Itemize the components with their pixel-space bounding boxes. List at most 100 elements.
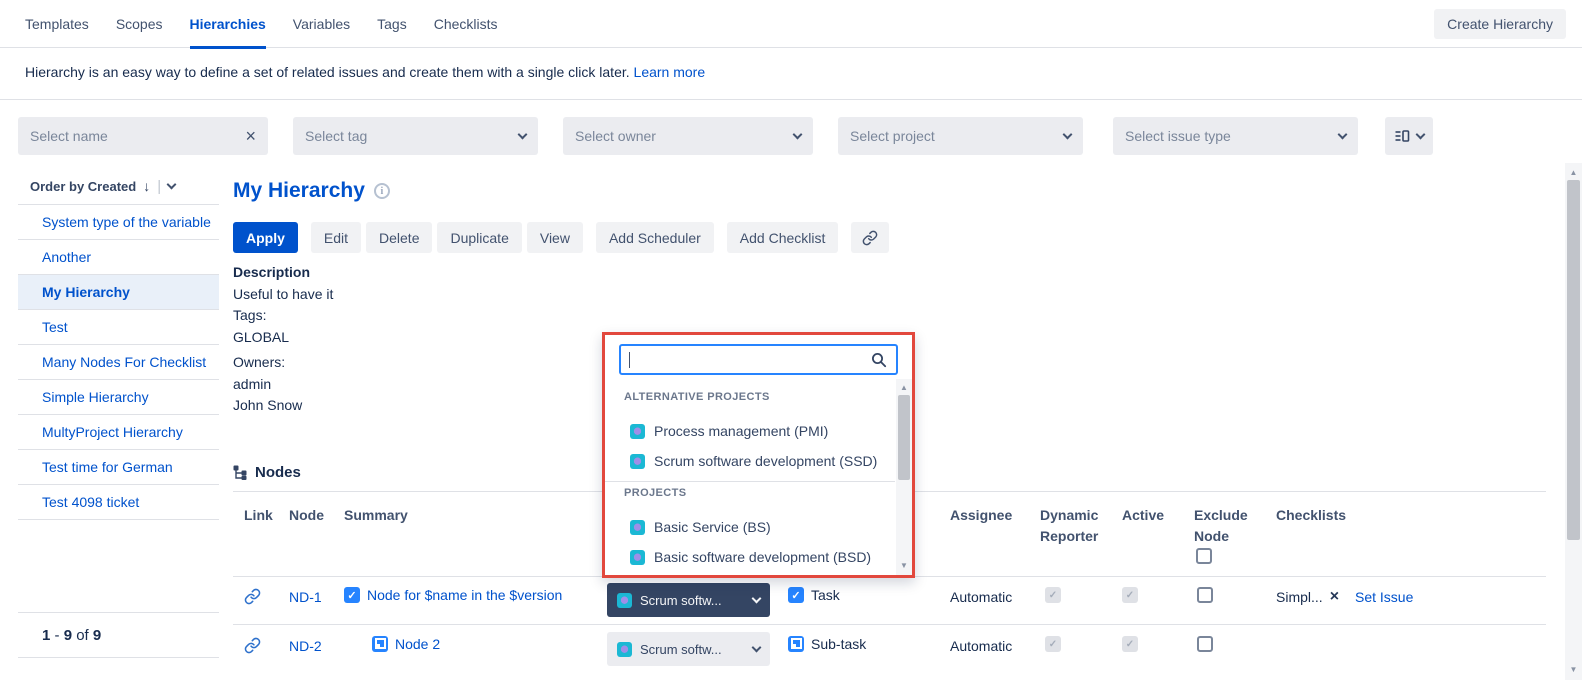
order-separator: | <box>157 178 161 195</box>
divider <box>605 481 895 482</box>
dropdown-scrollbar[interactable]: ▲ ▼ <box>896 379 912 575</box>
filter-owner[interactable]: Select owner <box>563 117 813 155</box>
copy-link-button[interactable] <box>851 222 889 253</box>
tab-scopes[interactable]: Scopes <box>116 0 163 48</box>
add-scheduler-button[interactable]: Add Scheduler <box>596 222 714 253</box>
info-icon[interactable]: i <box>374 183 390 199</box>
order-by-control[interactable]: Order by Created ↓ | <box>18 168 219 205</box>
view-button[interactable]: View <box>527 222 583 253</box>
subtask-icon <box>372 636 388 652</box>
add-checklist-button[interactable]: Add Checklist <box>727 222 839 253</box>
node-link-button[interactable] <box>244 637 261 654</box>
link-icon <box>244 637 261 654</box>
node-link-button[interactable] <box>244 588 261 605</box>
filter-tag[interactable]: Select tag <box>293 117 538 155</box>
chevron-down-icon <box>1416 129 1426 139</box>
issue-type-label: Sub-task <box>811 636 866 652</box>
dropdown-option-label: Process management (PMI) <box>654 423 828 439</box>
clear-name-icon[interactable]: × <box>245 127 256 145</box>
tab-hierarchies[interactable]: Hierarchies <box>190 0 266 48</box>
scroll-down-icon[interactable]: ▼ <box>1565 663 1582 677</box>
check-icon: ✓ <box>1126 590 1134 601</box>
filter-project[interactable]: Select project <box>838 117 1083 155</box>
tab-templates[interactable]: Templates <box>25 0 89 48</box>
chevron-down-icon <box>518 129 528 139</box>
exclude-node-checkbox[interactable] <box>1197 636 1213 652</box>
sidebar-item[interactable]: Many Nodes For Checklist <box>18 345 219 380</box>
sidebar-item[interactable]: Test 4098 ticket <box>18 485 219 520</box>
link-icon <box>244 588 261 605</box>
dropdown-group-label: ALTERNATIVE PROJECTS <box>624 391 770 403</box>
dropdown-search-box[interactable] <box>619 344 898 375</box>
dropdown-option[interactable]: Scrum software development (SSD) <box>630 447 877 475</box>
remove-checklist-icon[interactable]: × <box>1330 588 1339 606</box>
edit-button[interactable]: Edit <box>311 222 361 253</box>
scroll-up-icon[interactable]: ▲ <box>896 381 912 395</box>
info-text: Hierarchy is an easy way to define a set… <box>25 64 705 80</box>
sidebar-item[interactable]: Simple Hierarchy <box>18 380 219 415</box>
dropdown-option[interactable]: Basic software development (BSD) <box>630 543 871 571</box>
owner-value: admin <box>233 374 333 396</box>
dropdown-option-label: Basic software development (BSD) <box>654 549 871 565</box>
chevron-down-icon <box>1063 129 1073 139</box>
tab-checklists[interactable]: Checklists <box>434 0 498 48</box>
dropdown-search-input[interactable] <box>630 352 870 368</box>
nodes-title-text: Nodes <box>255 464 301 481</box>
project-select-open[interactable]: Scrum softw... <box>607 583 770 617</box>
col-header-link: Link <box>244 505 273 526</box>
dropdown-option-label: Scrum software development (SSD) <box>654 453 877 469</box>
sort-descending-icon[interactable]: ↓ <box>143 178 150 194</box>
filter-issue-type[interactable]: Select issue type <box>1113 117 1358 155</box>
node-summary-link[interactable]: Node for $name in the $version <box>367 587 562 603</box>
project-select[interactable]: Scrum softw... <box>607 632 770 666</box>
node-id-link[interactable]: ND-1 <box>289 589 322 605</box>
project-select-value: Scrum softw... <box>640 642 722 657</box>
view-options-button[interactable] <box>1385 117 1433 155</box>
sidebar-item[interactable]: MultyProject Hierarchy <box>18 415 219 450</box>
node-id-link[interactable]: ND-2 <box>289 638 322 654</box>
owner-value: John Snow <box>233 395 333 417</box>
dropdown-option[interactable]: Process management (PMI) <box>630 417 828 445</box>
learn-more-link[interactable]: Learn more <box>634 64 706 80</box>
tab-variables[interactable]: Variables <box>293 0 350 48</box>
apply-button[interactable]: Apply <box>233 222 298 253</box>
scrollbar-thumb[interactable] <box>1567 180 1580 540</box>
pagination-dash-glyph: - <box>55 627 60 644</box>
chevron-down-icon[interactable] <box>167 179 177 189</box>
sidebar-item[interactable]: Another <box>18 240 219 275</box>
action-buttons: Apply Edit Delete Duplicate View Add Sch… <box>233 222 889 253</box>
filter-tag-label: Select tag <box>305 128 519 144</box>
create-hierarchy-button[interactable]: Create Hierarchy <box>1434 9 1566 39</box>
sidebar-item[interactable]: Test time for German <box>18 450 219 485</box>
tab-tags[interactable]: Tags <box>377 0 407 48</box>
exclude-node-header-checkbox[interactable] <box>1196 548 1212 564</box>
set-issue-link[interactable]: Set Issue <box>1355 589 1413 605</box>
check-icon: ✓ <box>1049 590 1057 601</box>
scrollbar-thumb[interactable] <box>898 395 910 480</box>
task-icon: ✓ <box>344 587 360 603</box>
filter-name[interactable]: × <box>18 117 268 155</box>
scroll-down-icon[interactable]: ▼ <box>896 559 912 573</box>
duplicate-button[interactable]: Duplicate <box>437 222 521 253</box>
node-summary-link[interactable]: Node 2 <box>395 636 440 652</box>
issue-type[interactable]: Sub-task <box>788 636 866 652</box>
sidebar-item[interactable]: System type of the variable <box>18 205 219 240</box>
delete-button[interactable]: Delete <box>366 222 432 253</box>
sidebar-item-selected[interactable]: My Hierarchy <box>18 275 219 310</box>
chevron-down-icon <box>752 642 762 652</box>
page-scrollbar[interactable]: ▲ ▼ <box>1565 163 1582 680</box>
dropdown-option[interactable]: Basic Service (BS) <box>630 513 771 541</box>
issue-type[interactable]: ✓ Task <box>788 587 840 603</box>
assignee-value: Automatic <box>950 589 1012 605</box>
scroll-up-icon[interactable]: ▲ <box>1565 166 1582 180</box>
col-header-node: Node <box>289 505 324 526</box>
hierarchy-title-text: My Hierarchy <box>233 179 365 203</box>
nav-tabs: Templates Scopes Hierarchies Variables T… <box>25 0 498 48</box>
pagination: 1 - 9 of 9 <box>18 612 219 658</box>
sidebar-item[interactable]: Test <box>18 310 219 345</box>
active-checkbox: ✓ <box>1122 587 1138 603</box>
col-header-active: Active <box>1122 505 1164 526</box>
select-name-input[interactable] <box>30 128 245 144</box>
set-issue-link-text[interactable]: Set Issue <box>1355 589 1413 605</box>
exclude-node-checkbox[interactable] <box>1197 587 1213 603</box>
